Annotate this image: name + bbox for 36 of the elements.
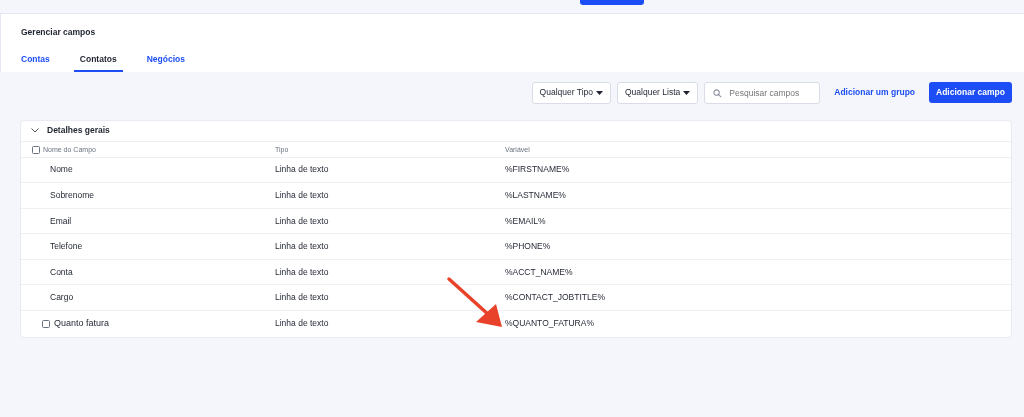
page-title: Gerenciar campos [21,26,97,39]
caret-icon [596,90,603,95]
field-name: Nome [50,164,73,175]
field-name: Cargo [50,292,74,303]
field-type: Linha de texto [275,266,329,277]
field-variable: %PHONE% [505,241,551,252]
caret-icon [683,90,691,95]
search-field[interactable]: Pesquisar campos [704,81,821,104]
field-type: Linha de texto [275,241,329,252]
field-type: Linha de texto [275,215,329,226]
filter-dropdown[interactable]: Qualquer Lista [617,81,699,104]
field-type: Linha de texto [275,190,329,200]
add-field-button[interactable]: Adicionar campo [929,82,1012,103]
tab[interactable]: Negócios [146,52,185,72]
field-type: Linha de texto [275,164,329,175]
field-variable: %LASTNAME% [505,190,566,200]
field-variable: %FIRSTNAME% [505,164,570,175]
field-name: Telefone [50,241,83,252]
field-variable: %ACCT_NAME% [505,266,573,277]
add-group-link[interactable]: Adicionar um grupo [826,86,924,99]
field-type: Linha de texto [275,318,329,329]
group-title: Detalhes gerais [47,124,110,137]
field-name: Quanto fatura [54,317,110,331]
field-variable: %QUANTO_FATURA% [505,318,594,329]
chevron-down-icon[interactable] [31,128,39,133]
field-name: Sobrenome [50,190,94,200]
field-type: Linha de texto [275,292,329,303]
field-name: Email [50,215,72,226]
filter-dropdown[interactable]: Qualquer Tipo [531,81,611,104]
field-name: Conta [50,266,73,277]
tab[interactable]: Contatos [73,52,123,72]
tab[interactable]: Contas [21,52,50,72]
checkbox[interactable] [42,319,50,328]
checkbox[interactable] [32,145,40,154]
field-variable: %CONTACT_JOBTITLE% [505,292,605,303]
field-variable: %EMAIL% [505,215,546,226]
